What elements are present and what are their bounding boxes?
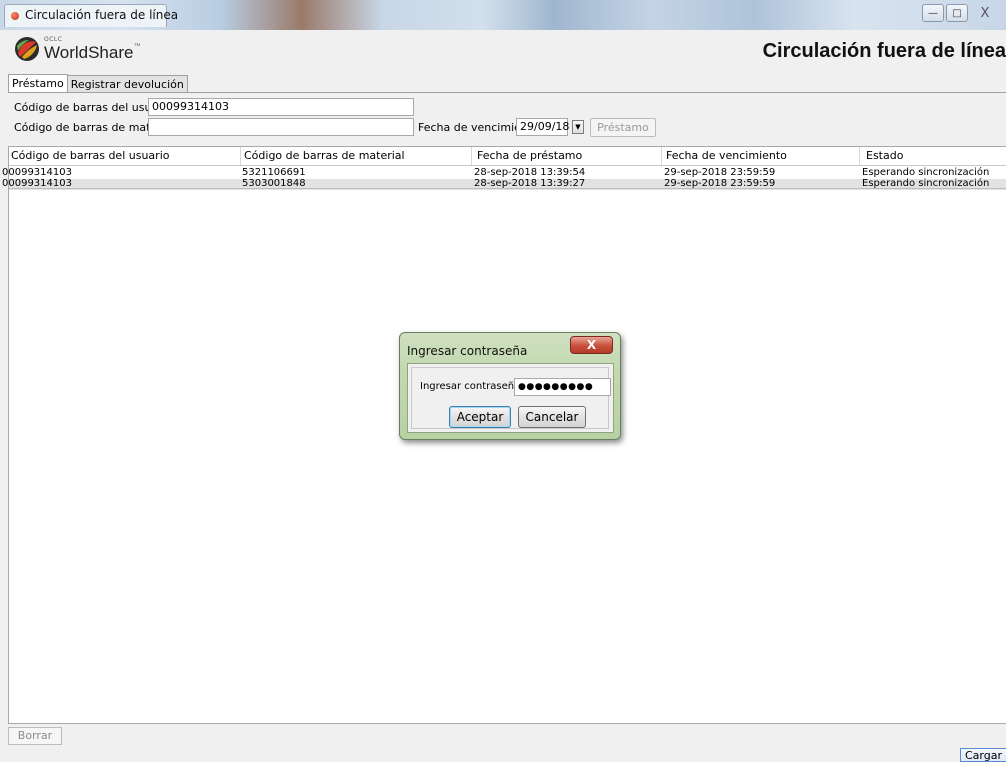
table-header: Código de barras del usuario Código de b… xyxy=(9,147,1006,166)
page-title: Circulación fuera de línea xyxy=(762,40,1006,62)
worldshare-logo-icon xyxy=(15,37,39,61)
item-barcode-input[interactable] xyxy=(148,118,414,136)
rows-divider xyxy=(9,188,1006,189)
dialog-body: Ingresar contraseña ●●●●●●●●● Aceptar Ca… xyxy=(407,363,614,433)
cancel-button[interactable]: Cancelar xyxy=(518,406,586,428)
column-separator xyxy=(859,147,860,165)
col-loan-date[interactable]: Fecha de préstamo xyxy=(477,149,582,162)
due-date-input[interactable]: 29/09/18 xyxy=(516,118,569,136)
column-separator xyxy=(240,147,241,165)
window-tab: Circulación fuera de línea xyxy=(4,4,178,27)
password-dialog: Ingresar contraseña X Ingresar contraseñ… xyxy=(399,332,621,440)
date-dropdown-icon[interactable]: ▼ xyxy=(572,120,584,134)
tab-loan[interactable]: Préstamo xyxy=(8,74,68,93)
column-separator xyxy=(661,147,662,165)
dialog-group: Ingresar contraseña ●●●●●●●●● Aceptar Ca… xyxy=(411,367,611,429)
app-header: OCLC WorldShare™ Circulación fuera de lí… xyxy=(0,30,1006,70)
window-controls: — □ X xyxy=(922,4,1000,22)
title-bar[interactable]: Circulación fuera de línea — □ X xyxy=(0,0,1006,30)
window-title: Circulación fuera de línea xyxy=(25,8,179,22)
minimize-button[interactable]: — xyxy=(922,4,944,22)
delete-button[interactable]: Borrar xyxy=(8,727,62,745)
maximize-button[interactable]: □ xyxy=(946,4,968,22)
tab-divider xyxy=(8,92,1006,93)
close-button[interactable]: X xyxy=(970,4,1000,22)
col-user-barcode[interactable]: Código de barras del usuario xyxy=(11,149,169,162)
col-status[interactable]: Estado xyxy=(866,149,903,162)
app-icon xyxy=(11,12,19,20)
password-input[interactable]: ●●●●●●●●● xyxy=(514,378,611,396)
worldshare-logo-text: WorldShare™ xyxy=(44,43,141,62)
accept-button[interactable]: Aceptar xyxy=(449,406,511,428)
column-separator xyxy=(471,147,472,165)
dialog-title: Ingresar contraseña xyxy=(407,344,528,358)
col-item-barcode[interactable]: Código de barras de material xyxy=(244,149,405,162)
col-due-date[interactable]: Fecha de vencimiento xyxy=(666,149,787,162)
tab-return[interactable]: Registrar devolución xyxy=(66,75,188,93)
loan-button[interactable]: Préstamo xyxy=(590,118,656,137)
oclc-label: OCLC xyxy=(44,36,63,43)
user-barcode-input[interactable]: 00099314103 xyxy=(148,98,414,116)
password-label: Ingresar contraseña xyxy=(420,381,521,392)
dialog-close-button[interactable]: X xyxy=(570,336,613,354)
